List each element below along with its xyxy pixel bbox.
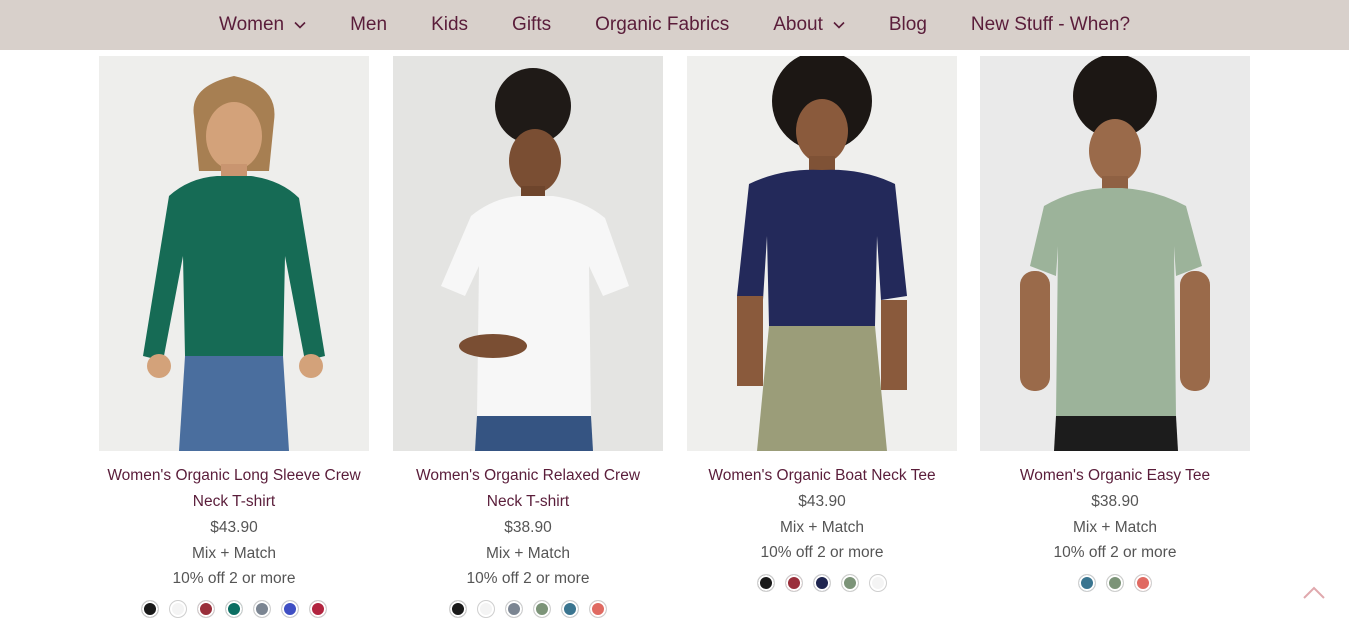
nav-item-men[interactable]: Men (350, 14, 387, 36)
color-swatch[interactable] (1106, 573, 1124, 592)
color-swatches (980, 573, 1250, 592)
product-title[interactable]: Women's Organic Relaxed Crew Neck T-shir… (393, 463, 663, 515)
model-photo-boat-neck (687, 56, 957, 451)
nav-item-label: Organic Fabrics (595, 14, 730, 35)
color-swatch[interactable] (841, 573, 859, 592)
color-swatch[interactable] (141, 599, 159, 618)
product-card: Women's Organic Boat Neck Tee $43.90 Mix… (687, 56, 957, 592)
product-price: $38.90 (504, 519, 552, 536)
product-title[interactable]: Women's Organic Boat Neck Tee (687, 463, 957, 489)
model-photo-relaxed-crew (393, 56, 663, 451)
color-swatch[interactable] (281, 599, 299, 618)
mix-match-label: Mix + Match (780, 518, 864, 536)
color-swatch[interactable] (561, 599, 579, 618)
color-swatch[interactable] (869, 573, 887, 592)
model-photo-long-sleeve (99, 56, 369, 451)
color-swatch[interactable] (253, 599, 271, 618)
model-photo-easy-tee (980, 56, 1250, 451)
product-image[interactable] (980, 56, 1250, 451)
color-swatch[interactable] (477, 599, 495, 618)
product-image[interactable] (99, 56, 369, 451)
mix-match-label: Mix + Match (486, 544, 570, 562)
color-swatch[interactable] (813, 573, 831, 592)
color-swatches (687, 573, 957, 592)
nav-item-label: Gifts (512, 14, 552, 35)
product-title[interactable]: Women's Organic Easy Tee (980, 463, 1250, 489)
nav-item-label: Kids (431, 14, 469, 35)
nav-item-label: Men (350, 14, 388, 35)
promo-label: 10% off 2 or more (1053, 544, 1177, 561)
nav-item-new-stuff-when[interactable]: New Stuff - When? (971, 14, 1130, 36)
color-swatch[interactable] (1078, 573, 1096, 592)
nav-item-label: About (773, 14, 823, 35)
promo-label: 10% off 2 or more (466, 570, 590, 587)
product-price: $43.90 (210, 519, 258, 536)
product-price: $38.90 (1091, 493, 1139, 510)
mix-match-label: Mix + Match (1073, 518, 1157, 536)
product-card: Women's Organic Long Sleeve Crew Neck T-… (99, 56, 369, 618)
product-image[interactable] (393, 56, 663, 451)
product-card: Women's Organic Relaxed Crew Neck T-shir… (393, 56, 663, 618)
color-swatch[interactable] (169, 599, 187, 618)
product-image[interactable] (687, 56, 957, 451)
color-swatch[interactable] (1134, 573, 1152, 592)
nav-item-label: Women (218, 14, 285, 35)
nav-item-blog[interactable]: Blog (889, 14, 927, 36)
product-card: Women's Organic Easy Tee $38.90 Mix + Ma… (980, 56, 1250, 592)
nav-item-organic-fabrics[interactable]: Organic Fabrics (595, 14, 729, 36)
nav-item-label: New Stuff - When? (970, 14, 1131, 35)
product-grid: Women's Organic Long Sleeve Crew Neck T-… (99, 56, 1250, 625)
back-to-top-button[interactable] (1300, 580, 1328, 604)
color-swatches (393, 599, 663, 618)
color-swatch[interactable] (785, 573, 803, 592)
nav-item-label: Blog (888, 14, 927, 35)
promo-label: 10% off 2 or more (760, 544, 884, 561)
color-swatch[interactable] (757, 573, 775, 592)
color-swatch[interactable] (309, 599, 327, 618)
nav-item-gifts[interactable]: Gifts (512, 14, 551, 36)
color-swatch[interactable] (225, 599, 243, 618)
color-swatch[interactable] (197, 599, 215, 618)
nav-item-kids[interactable]: Kids (431, 14, 468, 36)
chevron-up-icon (1303, 586, 1325, 599)
mix-match-label: Mix + Match (192, 544, 276, 562)
nav-item-about[interactable]: About (773, 14, 845, 36)
product-title[interactable]: Women's Organic Long Sleeve Crew Neck T-… (99, 463, 369, 515)
color-swatch[interactable] (505, 599, 523, 618)
color-swatches (99, 599, 369, 618)
color-swatch[interactable] (449, 599, 467, 618)
nav-list: Women Men Kids Gifts Organic Fabrics About Blo… (197, 14, 1152, 36)
chevron-down-icon (294, 21, 306, 29)
promo-label: 10% off 2 or more (172, 570, 296, 587)
product-price: $43.90 (798, 493, 846, 510)
color-swatch[interactable] (589, 599, 607, 618)
top-navigation: Women Men Kids Gifts Organic Fabrics About Blo… (0, 0, 1349, 50)
color-swatch[interactable] (533, 599, 551, 618)
nav-item-women[interactable]: Women (219, 14, 306, 36)
chevron-down-icon (833, 21, 845, 29)
